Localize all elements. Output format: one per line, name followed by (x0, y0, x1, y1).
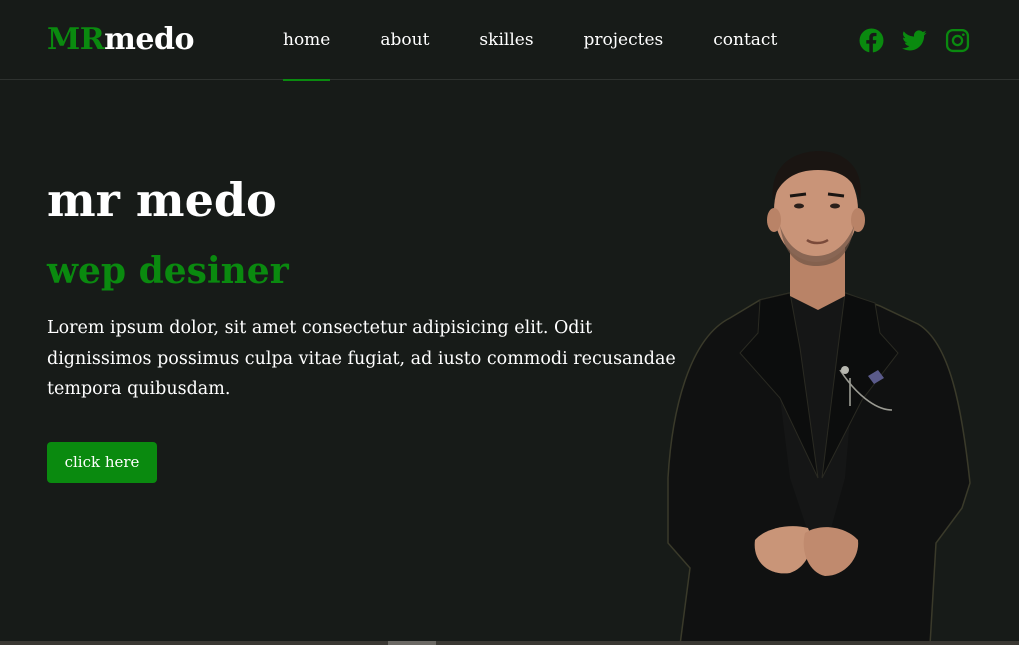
scrollbar-thumb[interactable] (388, 641, 436, 645)
nav-item-home[interactable]: home (283, 0, 331, 81)
horizontal-scrollbar[interactable] (0, 641, 1019, 645)
social-links (859, 28, 970, 53)
logo-accent: MR (47, 22, 105, 57)
nav-item-contact[interactable]: contact (713, 0, 777, 80)
instagram-icon[interactable] (945, 28, 970, 53)
twitter-icon[interactable] (902, 28, 927, 53)
hero-subtitle: wep desiner (47, 250, 289, 292)
logo[interactable]: MRmedo (47, 22, 194, 58)
facebook-icon[interactable] (859, 28, 884, 53)
site-header: MRmedo home about skilles projectes cont… (0, 0, 1019, 81)
click-here-button[interactable]: click here (47, 442, 157, 483)
logo-rest: medo (104, 22, 194, 57)
main-nav: home about skilles projectes contact (283, 0, 827, 81)
nav-item-skilles[interactable]: skilles (479, 0, 533, 80)
nav-item-about[interactable]: about (380, 0, 429, 80)
page: MRmedo home about skilles projectes cont… (0, 0, 1019, 645)
hero-title: mr medo (47, 173, 277, 227)
hero-description: Lorem ipsum dolor, sit amet consectetur … (47, 318, 676, 399)
profile-photo (667, 151, 971, 645)
nav-item-projectes[interactable]: projectes (584, 0, 664, 80)
